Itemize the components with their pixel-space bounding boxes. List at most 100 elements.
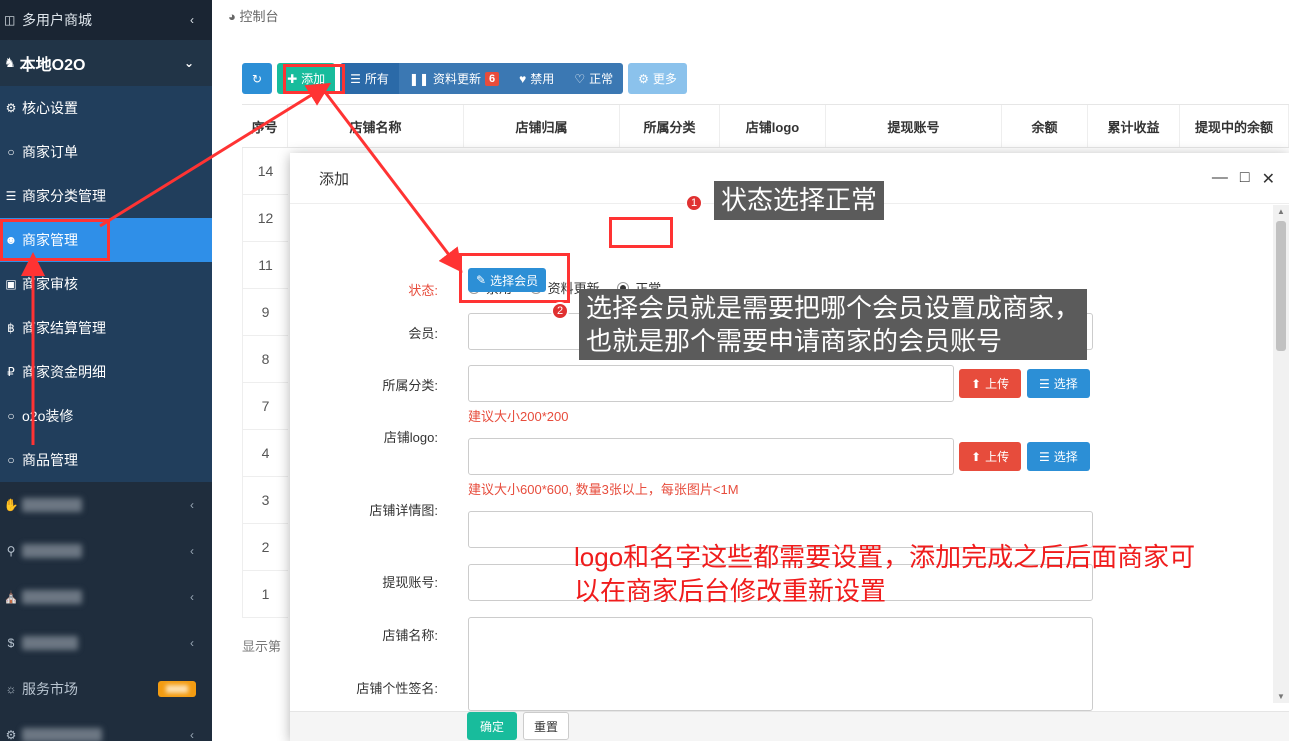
lightbulb-icon: ☼ [5, 682, 17, 696]
col-header[interactable]: 提现中的余额 [1180, 105, 1289, 147]
col-header[interactable]: 余额 [1002, 105, 1088, 147]
list-icon: ☰ [1039, 449, 1050, 464]
table-row[interactable]: 7 [242, 383, 288, 430]
minimize-icon[interactable]: — [1212, 169, 1228, 189]
sidebar-item-blurred-2[interactable]: ⚲ ‹ [0, 528, 212, 574]
scroll-thumb[interactable] [1276, 221, 1286, 351]
logo-choose-button[interactable]: ☰ 选择 [1027, 369, 1090, 398]
status-label: 状态: [408, 283, 438, 298]
sidebar-item-decoration[interactable]: ○ o2o装修 [0, 394, 212, 438]
more-button[interactable]: ⚙ 更多 [628, 63, 687, 94]
name-label: 店铺名称: [382, 628, 438, 643]
close-icon[interactable]: ✕ [1262, 169, 1275, 189]
detail-choose-button[interactable]: ☰ 选择 [1027, 442, 1090, 471]
logo-upload-button[interactable]: ⬆ 上传 [959, 369, 1022, 398]
maximize-icon[interactable]: □ [1240, 169, 1250, 189]
id-card-icon: ▣ [5, 277, 17, 291]
tab-label: 资料更新 [433, 72, 482, 86]
detail-input[interactable] [468, 438, 954, 475]
status-badge [158, 681, 196, 697]
refresh-button[interactable]: ↻ [242, 63, 273, 94]
col-header[interactable]: 累计收益 [1088, 105, 1180, 147]
heart-icon: ♡ [574, 71, 586, 86]
chevron-left-icon: ‹ [190, 544, 194, 558]
col-header[interactable]: 所属分类 [620, 105, 720, 147]
reset-button[interactable]: 重置 [523, 712, 569, 740]
sidebar-item-label: 商家分类管理 [22, 188, 106, 204]
tab-ban[interactable]: ♥ 禁用 [509, 63, 565, 94]
logo-input[interactable] [468, 365, 954, 402]
table-row[interactable]: 11 [242, 242, 288, 289]
tab-normal[interactable]: ♡ 正常 [564, 63, 624, 94]
sidebar-item-blurred-5[interactable]: ⚙ ‹ [0, 712, 212, 741]
tab-update[interactable]: ❚❚ 资料更新 6 [398, 63, 510, 94]
list-icon: ☰ [5, 189, 17, 203]
col-header[interactable]: 店铺名称 [288, 105, 464, 147]
shop-bag-icon: ◫ [4, 13, 16, 27]
table-row[interactable]: 9 [242, 289, 288, 336]
sidebar-item-service-market[interactable]: ☼ 服务市场 [0, 666, 212, 712]
sidebar-item-products[interactable]: ○ 商品管理 [0, 438, 212, 482]
table-row[interactable]: 2 [242, 524, 288, 571]
col-header[interactable]: 店铺归属 [464, 105, 620, 147]
category-label: 所属分类: [382, 378, 438, 393]
circle-icon: ○ [7, 145, 15, 159]
list-icon: ☰ [1039, 376, 1050, 391]
annotation-tip: 选择会员就是需要把哪个会员设置成商家， 也就是那个需要申请商家的会员账号 [579, 289, 1088, 360]
sidebar: ◫ 多用户商城 ‹ ♞ 本地O2O ⌄ ⚙ 核心设置 ○ 商家订单 ☰ 商家分类管理 … [0, 0, 212, 741]
sidebar-item-orders[interactable]: ○ 商家订单 [0, 130, 212, 174]
blurred-label [22, 728, 102, 741]
tab-all[interactable]: ☰ 所有 [340, 63, 399, 94]
scroll-up-icon[interactable]: ▲ [1277, 207, 1285, 216]
button-label: 上传 [985, 450, 1010, 464]
tab-label: 正常 [589, 72, 614, 86]
modal-footer [290, 711, 1289, 741]
sidebar-item-mall[interactable]: ◫ 多用户商城 ‹ [0, 0, 212, 40]
blurred-label [22, 590, 82, 604]
modal-body: 状态: 禁用 资料更新 正常 会员: ✎选择会员 所属分类: 店铺logo: ⬆… [290, 205, 1273, 711]
table-row[interactable]: 3 [242, 477, 288, 524]
table-row[interactable]: 12 [242, 195, 288, 242]
gear-icon: ⚙ [5, 728, 17, 741]
sidebar-item-review[interactable]: ▣ 商家审核 [0, 262, 212, 306]
sidebar-section-o2o[interactable]: ♞ 本地O2O ⌄ [0, 40, 212, 86]
detail-upload-button[interactable]: ⬆ 上传 [959, 442, 1022, 471]
sidebar-item-funds[interactable]: ₽ 商家资金明细 [0, 350, 212, 394]
sidebar-item-label: 商家结算管理 [22, 320, 106, 336]
table-row[interactable]: 14 [242, 148, 288, 195]
sidebar-item-label: 商家审核 [22, 276, 78, 292]
sidebar-item-blurred-3[interactable]: ⛪ ‹ [0, 574, 212, 620]
refresh-icon: ↻ [252, 71, 263, 86]
sidebar-item-label: 核心设置 [22, 100, 78, 116]
logo-label: 店铺logo: [383, 430, 438, 445]
table-row[interactable]: 1 [242, 571, 288, 618]
sidebar-item-label: 多用户商城 [22, 12, 92, 28]
scroll-down-icon[interactable]: ▼ [1277, 692, 1285, 701]
gears-icon: ⚙ [5, 101, 17, 115]
sign-textarea[interactable] [468, 617, 1093, 711]
col-header[interactable]: 序号 [242, 105, 288, 147]
sidebar-item-blurred-4[interactable]: $ ‹ [0, 620, 212, 666]
chevron-left-icon: ‹ [190, 590, 194, 604]
col-header[interactable]: 提现账号 [826, 105, 1002, 147]
table-row[interactable]: 8 [242, 336, 288, 383]
sidebar-item-label: 商家订单 [22, 144, 78, 160]
chevron-left-icon: ‹ [190, 498, 194, 512]
scrollbar[interactable]: ▲ ▼ [1273, 205, 1289, 703]
col-header[interactable]: 店铺logo [720, 105, 826, 147]
sidebar-item-label: 服务市场 [22, 681, 78, 697]
more-label: 更多 [652, 72, 677, 86]
blurred-label [22, 498, 82, 512]
chevron-left-icon: ‹ [190, 728, 194, 741]
detail-label: 店铺详情图: [369, 503, 438, 518]
sidebar-item-categories[interactable]: ☰ 商家分类管理 [0, 174, 212, 218]
sidebar-item-core-settings[interactable]: ⚙ 核心设置 [0, 86, 212, 130]
dollar-icon: $ [7, 636, 15, 650]
sidebar-item-blurred-1[interactable]: ✋ ‹ [0, 482, 212, 528]
button-label: 上传 [985, 377, 1010, 391]
table-row[interactable]: 4 [242, 430, 288, 477]
person-icon: ♞ [4, 55, 16, 70]
confirm-button[interactable]: 确定 [467, 712, 517, 740]
sidebar-item-settlement[interactable]: ฿ 商家结算管理 [0, 306, 212, 350]
breadcrumb[interactable]: ◕ 控制台 [228, 6, 279, 25]
